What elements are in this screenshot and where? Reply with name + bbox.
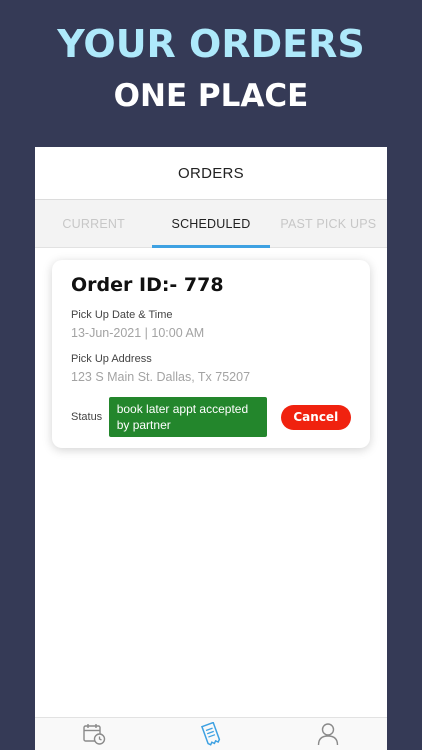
pickup-address-label: Pick Up Address (71, 353, 152, 365)
order-id: Order ID:- 778 (71, 274, 224, 296)
hero-subtitle: ONE PLACE (113, 78, 309, 114)
header: ORDERS (35, 147, 387, 200)
page-title: ORDERS (178, 164, 244, 182)
hero-title: YOUR ORDERS (57, 22, 365, 66)
user-icon (317, 722, 339, 746)
status-label: Status (71, 411, 103, 423)
pickup-date-label: Pick Up Date & Time (71, 309, 173, 321)
order-card: Order ID:- 778 Pick Up Date & Time 13-Ju… (52, 260, 370, 448)
bottom-nav-profile[interactable] (270, 718, 387, 750)
receipt-icon (199, 722, 223, 746)
bottom-nav-orders[interactable] (152, 718, 269, 750)
cancel-button[interactable]: Cancel (280, 404, 351, 430)
tab-bar: CURRENT SCHEDULED PAST PICK UPS (35, 200, 387, 248)
tab-current[interactable]: CURRENT (35, 200, 152, 247)
bottom-nav-schedule[interactable] (35, 718, 152, 750)
pickup-date-value: 13-Jun-2021 | 10:00 AM (71, 326, 205, 340)
tab-past-pick-ups[interactable]: PAST PICK UPS (270, 200, 387, 247)
status-row: Status book later appt accepted by partn… (71, 397, 351, 437)
calendar-clock-icon (82, 723, 106, 745)
phone-screen: ORDERS CURRENT SCHEDULED PAST PICK UPS O… (35, 147, 387, 750)
tab-scheduled[interactable]: SCHEDULED (152, 200, 270, 248)
status-badge: book later appt accepted by partner (108, 397, 267, 437)
bottom-nav (35, 717, 387, 750)
pickup-address-value: 123 S Main St. Dallas, Tx 75207 (71, 370, 251, 384)
